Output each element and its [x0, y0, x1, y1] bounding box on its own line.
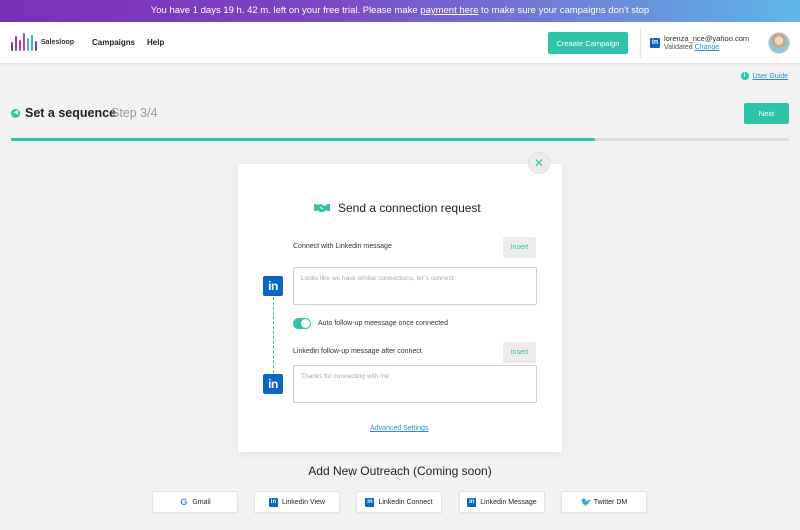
- trial-banner-text: You have 1 days 19 h. 42 m. left on your…: [150, 5, 421, 16]
- toggle-knob: [301, 319, 310, 328]
- outreach-label: Gmail: [192, 498, 211, 506]
- card-title: Send a connection request: [338, 201, 481, 215]
- trial-banner: You have 1 days 19 h. 42 m. left on your…: [0, 0, 800, 22]
- linkedin-icon: in: [467, 497, 477, 507]
- followup-message-input[interactable]: [293, 365, 537, 403]
- validated-label: Validated: [664, 44, 693, 51]
- account-email: lorenza_rice@yahoo.com: [664, 34, 750, 43]
- outreach-gmail-button[interactable]: G Gmail: [152, 491, 238, 513]
- outreach-linkedin-view-button[interactable]: in Linkedin View: [254, 491, 340, 513]
- trial-banner-text-end: to make sure your campaigns don't stop: [478, 5, 650, 16]
- progress-bar: [11, 138, 789, 141]
- advanced-settings-link[interactable]: Advanced Settings: [370, 425, 428, 432]
- step-indicator: Step 3/4: [111, 106, 158, 120]
- card-header: Send a connection request: [314, 201, 481, 215]
- payment-link[interactable]: payment here: [420, 5, 478, 16]
- create-campaign-button[interactable]: Creaate Campaign: [548, 32, 628, 54]
- top-header: Salesloop Campaigns Help Creaate Campaig…: [0, 22, 800, 64]
- linkedin-icon: in: [365, 497, 375, 507]
- followup-message-label: Linkedin follow-up message after connect: [293, 348, 422, 355]
- logo-icon: [11, 33, 37, 51]
- google-icon: G: [180, 496, 188, 507]
- twitter-icon: 🐦: [580, 496, 592, 507]
- outreach-twitter-dm-button[interactable]: 🐦 Twitter DM: [561, 491, 647, 513]
- header-divider: [640, 28, 641, 58]
- nav-campaigns[interactable]: Campaigns: [92, 38, 135, 47]
- nav-help[interactable]: Help: [147, 38, 164, 47]
- next-button[interactable]: Next: [744, 103, 789, 124]
- insert-button-followup[interactable]: Insert: [503, 342, 536, 363]
- account-status: Validated Change: [664, 44, 719, 51]
- user-guide-label: User Guide: [752, 72, 788, 80]
- linkedin-icon: in: [263, 276, 283, 296]
- sequence-connector: [273, 297, 274, 373]
- auto-followup-toggle[interactable]: [293, 318, 311, 329]
- insert-button-connect[interactable]: Insert: [503, 237, 536, 258]
- progress-fill: [11, 138, 595, 141]
- linkedin-icon: in: [268, 497, 278, 507]
- back-icon[interactable]: ◀: [11, 109, 20, 118]
- change-account-link[interactable]: Change: [695, 44, 720, 51]
- auto-followup-label: Auto follow-up meessage once connected: [318, 320, 448, 327]
- outreach-title: Add New Outreach (Coming soon): [308, 464, 492, 478]
- outreach-label: Linkedin View: [281, 498, 326, 506]
- outreach-label: Linkedin Message: [480, 498, 537, 506]
- connect-message-input[interactable]: [293, 267, 537, 305]
- outreach-label: Linkedin Connect: [378, 498, 433, 506]
- outreach-linkedin-connect-button[interactable]: in Linkedin Connect: [356, 491, 442, 513]
- avatar[interactable]: [768, 32, 790, 54]
- linkedin-icon: in: [263, 374, 283, 394]
- outreach-linkedin-message-button[interactable]: in Linkedin Message: [459, 491, 545, 513]
- handshake-icon: [314, 203, 330, 213]
- page-title: Set a sequence: [25, 106, 117, 120]
- info-icon: i: [740, 72, 749, 80]
- close-icon[interactable]: ✕: [528, 152, 550, 174]
- connect-message-label: Connect with Linkedin message: [293, 243, 392, 250]
- outreach-label: Twitter DM: [593, 498, 628, 506]
- user-guide-link[interactable]: i User Guide: [740, 72, 788, 80]
- linkedin-icon: in: [650, 38, 660, 48]
- logo[interactable]: Salesloop: [11, 33, 74, 51]
- logo-text: Salesloop: [41, 38, 75, 46]
